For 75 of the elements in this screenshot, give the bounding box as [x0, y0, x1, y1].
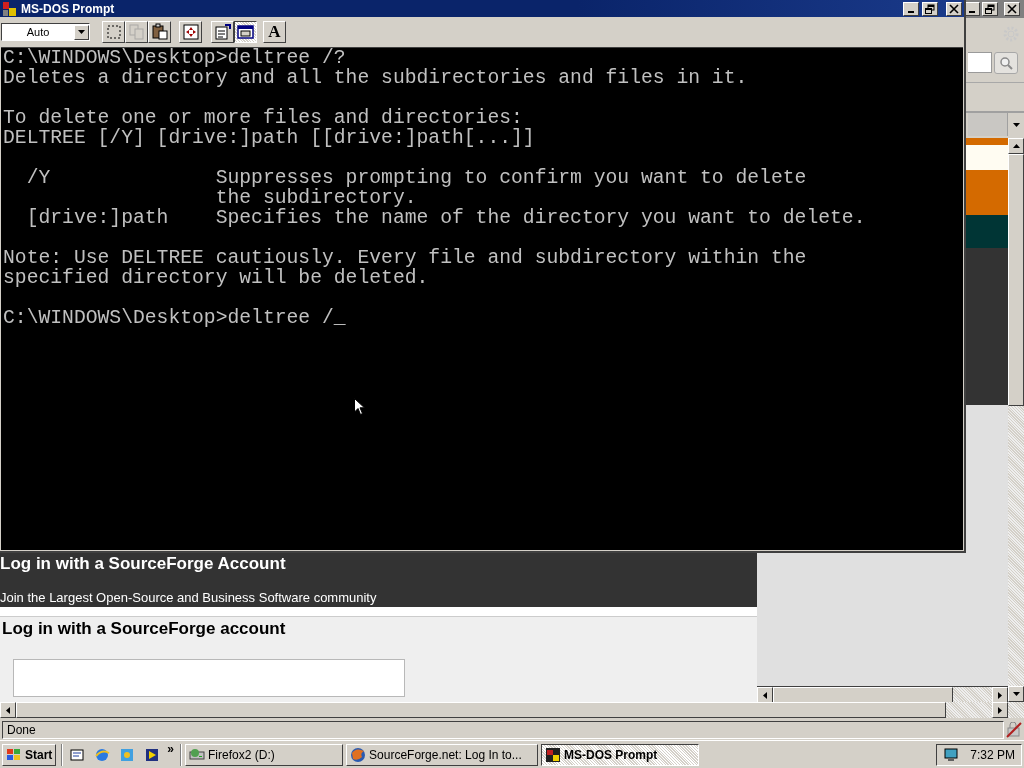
caret-down-icon — [1012, 692, 1020, 696]
form-title: Log in with a SourceForge account — [1, 618, 287, 639]
scroll-thumb[interactable] — [773, 687, 953, 703]
four-arrows-icon — [181, 23, 200, 41]
banner-subtitle: Join the Largest Open-Source and Business Software community — [0, 590, 378, 606]
monitor-icon[interactable] — [943, 746, 959, 763]
horizontal-scrollbar[interactable] — [757, 686, 1008, 702]
taskbar-button[interactable]: SourceForge.net: Log In to... — [346, 743, 539, 766]
console-line: [drive:]path Specifies the name of the directory you want to delete. — [25, 208, 867, 228]
scroll-left-button[interactable] — [757, 687, 773, 703]
start-button[interactable]: Start — [2, 743, 57, 766]
close-button[interactable] — [1004, 2, 1020, 16]
console-line: C:\WINDOWS\Desktop>deltree /_ — [2, 308, 347, 328]
minimize-icon — [908, 10, 914, 13]
properties-button[interactable] — [211, 21, 234, 43]
caret-left-icon — [763, 691, 767, 699]
more-button[interactable]: » — [166, 743, 176, 755]
show-desktop-icon[interactable] — [69, 746, 86, 763]
globe-icon[interactable] — [94, 746, 111, 763]
font-size-dropdown[interactable]: Auto — [1, 23, 90, 41]
scroll-right-button[interactable] — [992, 702, 1008, 718]
status-bar: Done — [2, 721, 1004, 739]
banner-title: Log in with a SourceForge Account — [0, 554, 287, 574]
console-line: specified directory will be deleted. — [2, 268, 430, 288]
scroll-up-button[interactable] — [1008, 138, 1024, 154]
copy-icon — [127, 23, 146, 41]
minimize-button[interactable] — [903, 1, 919, 16]
dashed-square-icon — [104, 23, 123, 41]
console-line: /Y Suppresses prompting to confirm you want to delete — [25, 168, 808, 188]
caret-left-icon — [6, 706, 10, 714]
input-field[interactable] — [13, 659, 405, 697]
console-line: Deletes a directory and all the subdirectories and files in it. — [2, 68, 749, 88]
console-line: To delete one or more files and directories: — [2, 108, 523, 128]
scroll-right-button[interactable] — [992, 687, 1008, 703]
scroll-down-button[interactable] — [1008, 686, 1024, 702]
taskbar-button[interactable]: MS-DOS Prompt — [541, 743, 700, 766]
scroll-left-button[interactable] — [0, 702, 16, 718]
browser-icon — [350, 746, 367, 763]
clock: 7:32 PM — [970, 746, 1015, 764]
restore-button[interactable] — [922, 1, 938, 16]
restore-button[interactable] — [982, 2, 998, 16]
dos-icon — [545, 746, 562, 763]
drive-icon — [189, 746, 206, 763]
media-player-icon[interactable] — [144, 746, 161, 763]
console-line: DELTREE [/Y] [drive:]path [[drive:]path[...]] — [2, 128, 536, 148]
caret-down-icon — [78, 30, 85, 34]
properties-icon — [213, 23, 232, 41]
restore-icon — [925, 3, 935, 14]
console-line: Note: Use DELTREE cautiously. Every file and subdirectory within the — [2, 248, 808, 268]
paste-button[interactable] — [148, 21, 171, 43]
vertical-scrollbar[interactable] — [1008, 138, 1024, 702]
search-field[interactable] — [968, 52, 992, 73]
close-button[interactable] — [946, 1, 962, 16]
taskbar-button[interactable]: Firefox2 (D:) — [185, 743, 344, 766]
restore-icon — [985, 4, 995, 14]
window-title: MS-DOS Prompt — [21, 1, 115, 16]
mark-button[interactable] — [102, 21, 125, 43]
close-icon — [949, 3, 959, 14]
console-line: C:\WINDOWS\Desktop>deltree /? — [2, 48, 346, 68]
fullscreen-button[interactable] — [179, 21, 202, 43]
close-icon — [1007, 4, 1017, 14]
dropdown-field[interactable] — [968, 113, 1007, 136]
minimize-icon — [969, 11, 975, 13]
app-icon — [2, 0, 18, 17]
window-icon — [236, 23, 255, 41]
caret-up-icon — [1012, 144, 1020, 148]
clipboard-icon — [150, 23, 169, 41]
caret-down-icon — [1012, 122, 1020, 127]
search-icon — [999, 56, 1013, 70]
search-button[interactable] — [994, 52, 1018, 74]
mouse-pointer-icon — [354, 398, 365, 416]
font-button[interactable]: A — [263, 21, 286, 43]
windows-logo-icon — [6, 747, 22, 762]
scroll-thumb[interactable] — [1008, 154, 1024, 406]
console-line: the subdirectory. — [214, 188, 418, 208]
